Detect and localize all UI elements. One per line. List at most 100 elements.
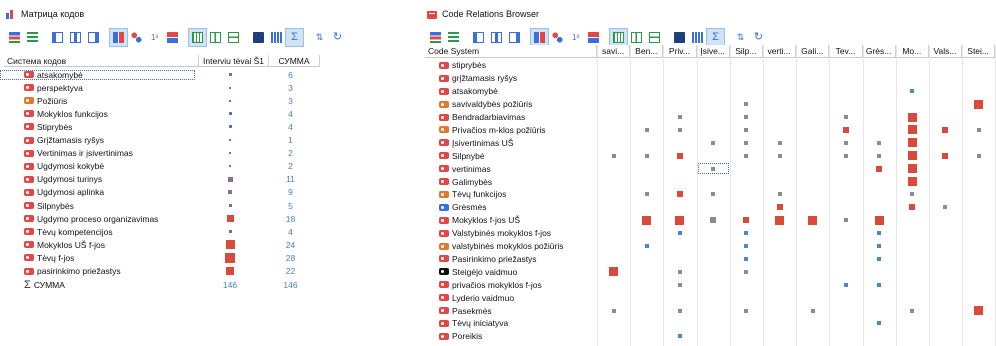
relation-cell[interactable]: [929, 85, 962, 98]
relation-cell[interactable]: [630, 227, 663, 240]
relation-cell[interactable]: [697, 85, 730, 98]
matrix-row[interactable]: pasirinkimo priežastys 22: [0, 265, 320, 278]
relation-cell[interactable]: [763, 72, 796, 85]
relation-cell[interactable]: [597, 253, 630, 266]
column-header[interactable]: Vals...: [929, 45, 963, 57]
relation-cell[interactable]: [929, 201, 962, 214]
relation-cell[interactable]: [630, 98, 663, 111]
view-1-icon[interactable]: [470, 29, 487, 46]
relation-cell[interactable]: [663, 330, 696, 343]
relation-cell[interactable]: [962, 214, 995, 227]
relation-cell[interactable]: [929, 253, 962, 266]
relation-row[interactable]: Bendradarbiavimas: [425, 111, 996, 124]
relation-cell[interactable]: [663, 175, 696, 188]
header-code-system[interactable]: Code System: [425, 45, 597, 57]
relation-cell[interactable]: [663, 72, 696, 85]
relation-cell[interactable]: [630, 85, 663, 98]
relation-cell[interactable]: [962, 304, 995, 317]
relation-cell[interactable]: [929, 98, 962, 111]
relation-cell[interactable]: [896, 240, 929, 253]
relation-cell[interactable]: [829, 317, 862, 330]
relation-cell[interactable]: [597, 304, 630, 317]
relation-cell[interactable]: [796, 98, 829, 111]
matrix-row[interactable]: perspektyva 3: [0, 81, 320, 94]
relation-cell[interactable]: [796, 59, 829, 72]
relation-cell[interactable]: [896, 98, 929, 111]
relation-cell[interactable]: [663, 111, 696, 124]
relation-cell[interactable]: [829, 278, 862, 291]
relation-cell[interactable]: [663, 59, 696, 72]
view-2-icon[interactable]: [67, 29, 84, 46]
column-header[interactable]: Įsive...: [697, 45, 730, 57]
relation-cell[interactable]: [829, 59, 862, 72]
relation-cell[interactable]: [597, 162, 630, 175]
matrix-cell[interactable]: [195, 186, 265, 199]
relation-cell[interactable]: [962, 85, 995, 98]
relation-cell[interactable]: [829, 72, 862, 85]
refresh-icon[interactable]: ↻: [329, 29, 346, 46]
numbers-icon[interactable]: 1³: [146, 29, 163, 46]
relation-cell[interactable]: [697, 124, 730, 137]
relation-cell[interactable]: [663, 136, 696, 149]
column-header[interactable]: verti...: [763, 45, 797, 57]
relation-cell[interactable]: [929, 227, 962, 240]
relation-cell[interactable]: [597, 265, 630, 278]
relation-cell[interactable]: [697, 72, 730, 85]
relation-cell[interactable]: [630, 291, 663, 304]
relation-cell[interactable]: [929, 291, 962, 304]
relation-cell[interactable]: [796, 291, 829, 304]
relation-cell[interactable]: [929, 188, 962, 201]
matrix-row[interactable]: Požiūris 3: [0, 94, 320, 107]
relation-cell[interactable]: [597, 291, 630, 304]
relation-cell[interactable]: [630, 317, 663, 330]
relation-cell[interactable]: [597, 330, 630, 343]
relation-cell[interactable]: [597, 72, 630, 85]
relation-cell[interactable]: [763, 278, 796, 291]
relation-row[interactable]: atsakomybė: [425, 85, 996, 98]
relation-cell[interactable]: [630, 162, 663, 175]
relation-cell[interactable]: [929, 317, 962, 330]
relation-cell[interactable]: [730, 149, 763, 162]
relation-cell[interactable]: [663, 253, 696, 266]
relation-cell[interactable]: [663, 188, 696, 201]
matrix-row[interactable]: Vertinimas ir įsivertinimas 2: [0, 147, 320, 160]
view-1-icon[interactable]: [49, 29, 66, 46]
relation-cell[interactable]: [929, 265, 962, 278]
matrix-cell[interactable]: [195, 265, 265, 278]
relation-cell[interactable]: [763, 175, 796, 188]
relation-cell[interactable]: [763, 98, 796, 111]
relation-cell[interactable]: [962, 330, 995, 343]
matrix-cell[interactable]: [195, 160, 265, 173]
relation-cell[interactable]: [863, 201, 896, 214]
matrix-row[interactable]: Ugdymosi turinys 11: [0, 173, 320, 186]
rows-icon[interactable]: [225, 29, 242, 46]
matrix-cell[interactable]: [195, 225, 265, 238]
relation-row[interactable]: Tėvų iniciatyva: [425, 317, 996, 330]
relation-cell[interactable]: [763, 214, 796, 227]
column-header[interactable]: savi...: [597, 45, 631, 57]
relation-cell[interactable]: [697, 214, 730, 227]
relation-cell[interactable]: [796, 149, 829, 162]
relation-row[interactable]: Grėsmės: [425, 201, 996, 214]
relation-cell[interactable]: [730, 278, 763, 291]
relation-cell[interactable]: [962, 317, 995, 330]
relation-cell[interactable]: [697, 136, 730, 149]
relation-cell[interactable]: [730, 240, 763, 253]
relation-cell[interactable]: [929, 304, 962, 317]
relation-cell[interactable]: [763, 265, 796, 278]
relation-cell[interactable]: [597, 85, 630, 98]
relation-cell[interactable]: [763, 253, 796, 266]
relation-cell[interactable]: [863, 214, 896, 227]
relation-cell[interactable]: [929, 330, 962, 343]
legend-icon[interactable]: [24, 29, 41, 46]
squares-icon[interactable]: [530, 27, 549, 47]
relation-cell[interactable]: [863, 98, 896, 111]
relation-cell[interactable]: [663, 240, 696, 253]
column-header[interactable]: Grės...: [863, 45, 896, 57]
relation-cell[interactable]: [896, 124, 929, 137]
relation-cell[interactable]: [896, 214, 929, 227]
relation-cell[interactable]: [863, 330, 896, 343]
matrix-row[interactable]: Stiprybės 4: [0, 120, 320, 133]
relation-cell[interactable]: [730, 253, 763, 266]
relation-cell[interactable]: [597, 227, 630, 240]
